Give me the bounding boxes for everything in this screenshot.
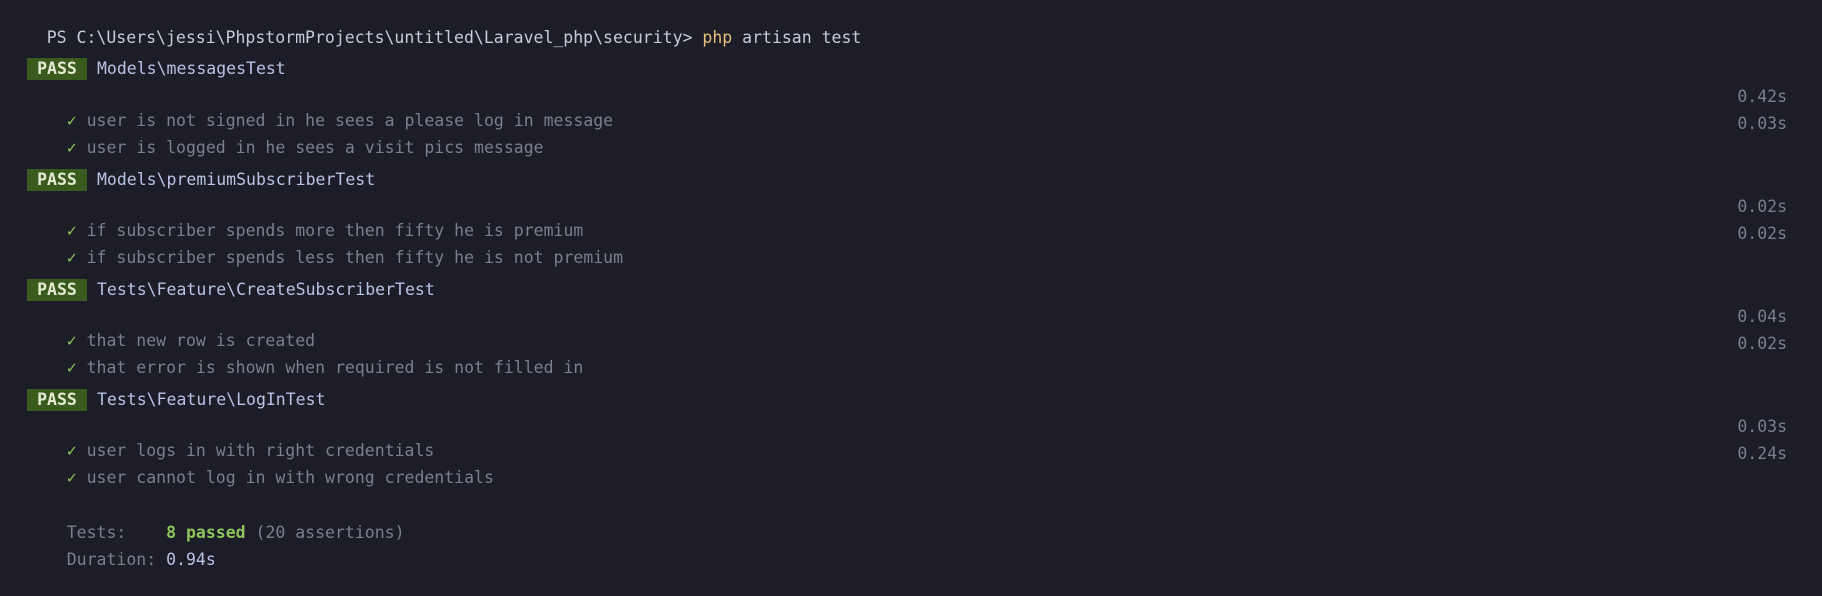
assertions-count: (20 assertions) [245,523,405,542]
test-row: ✓ that new row is created [27,305,315,350]
suite-name: Models\messagesTest [97,59,286,78]
prompt-line: PS C:\Users\jessi\PhpstormProjects\untit… [7,2,862,47]
test-time: 0.03s [1737,417,1787,436]
pass-badge: PASS [27,279,87,301]
duration-summary: Duration: 0.94s [27,524,216,569]
test-name: that error is shown when required is not… [86,358,584,377]
test-name: user cannot log in with wrong credential… [86,468,494,487]
suite-name: Tests\Feature\LogInTest [97,390,326,409]
suite-name: Tests\Feature\CreateSubscriberTest [97,280,435,299]
check-icon: ✓ [66,138,77,157]
test-name: user is logged in he sees a visit pics m… [86,138,544,157]
test-time: 0.24s [1737,444,1787,463]
test-time: 0.02s [1737,224,1787,243]
test-row: ✓ user cannot log in with wrong credenti… [27,442,494,487]
test-time: 0.04s [1737,307,1787,326]
command-name: php [702,28,733,47]
tests-summary: Tests: 8 passed (20 assertions) [27,497,405,542]
command-args: artisan test [732,28,862,47]
duration-label: Duration: [66,550,167,569]
pass-badge: PASS [27,169,87,191]
test-time: 0.03s [1737,114,1787,133]
duration-value: 0.94s [166,550,216,569]
pass-badge: PASS [27,389,87,411]
test-row: ✓ if subscriber spends more then fifty h… [27,195,584,240]
check-icon: ✓ [66,248,77,267]
test-name: if subscriber spends less then fifty he … [86,248,624,267]
prompt-path: PS C:\Users\jessi\PhpstormProjects\untit… [46,28,703,47]
pass-badge: PASS [27,58,87,80]
test-time: 0.02s [1737,334,1787,353]
suite-name: Models\premiumSubscriberTest [97,170,376,189]
check-icon: ✓ [66,358,77,377]
terminal-window[interactable]: PS C:\Users\jessi\PhpstormProjects\untit… [0,0,1822,569]
test-time: 0.02s [1737,197,1787,216]
test-row: ✓ user logs in with right credentials [27,415,435,460]
test-row: ✓ that error is shown when required is n… [27,332,584,377]
check-icon: ✓ [66,468,77,487]
test-row: ✓ user is not signed in he sees a please… [27,85,613,130]
test-row: ✓ user is logged in he sees a visit pics… [27,112,544,157]
test-time: 0.42s [1737,87,1787,106]
test-row: ✓ if subscriber spends less then fifty h… [27,222,623,267]
